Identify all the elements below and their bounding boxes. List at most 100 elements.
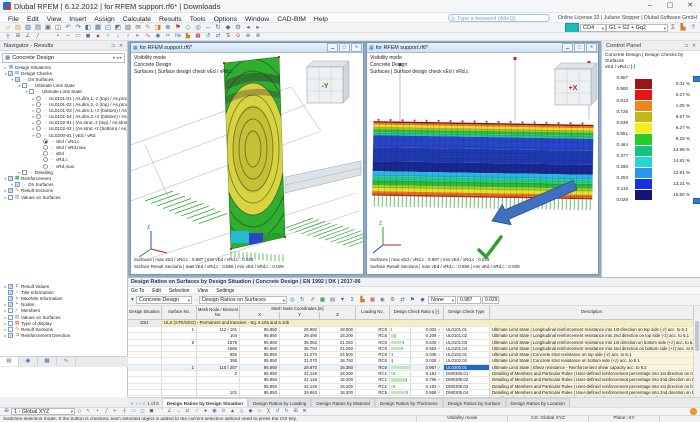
surface-tool-icon[interactable]: ▭: [73, 33, 83, 40]
guideline-icon[interactable]: ╱: [102, 408, 111, 415]
color-icon[interactable]: ▦: [193, 33, 203, 40]
cs-grid-icon[interactable]: ⊞: [2, 408, 11, 415]
menu-help[interactable]: Help: [310, 16, 332, 23]
tree-checkbox[interactable]: ✓: [8, 71, 13, 76]
table-print-icon[interactable]: ▤: [328, 296, 337, 305]
table-search-icon[interactable]: ◎: [288, 296, 297, 305]
tree-checkbox[interactable]: [8, 195, 13, 200]
viewport2-minimize-icon[interactable]: ▁: [562, 43, 573, 52]
copy-icon[interactable]: ▣: [43, 23, 53, 32]
min-value-field[interactable]: 0.029: [482, 296, 499, 304]
hub-icon[interactable]: ⊙: [219, 408, 228, 415]
results-tab-icon[interactable]: ∿: [57, 357, 76, 366]
panel-dock-icon[interactable]: ⊐: [109, 43, 117, 49]
tree-radio[interactable]: [36, 133, 41, 138]
menu-options[interactable]: Options: [210, 16, 241, 23]
snap-node-icon[interactable]: •: [93, 408, 102, 415]
tree-checkbox[interactable]: ✓: [8, 302, 13, 307]
section-icon[interactable]: ∿: [143, 33, 153, 40]
tree-radio[interactable]: [43, 157, 48, 162]
cell-design-check-type[interactable]: UL0101.02: [444, 333, 490, 338]
table-follow-icon[interactable]: ◆: [418, 296, 427, 305]
menu-view[interactable]: View: [43, 16, 66, 23]
layers2-icon[interactable]: ≣: [300, 408, 309, 415]
cell-design-check-type[interactable]: DM0305.03: [444, 384, 490, 389]
table-menu-selection[interactable]: Selection: [169, 288, 190, 294]
tree-radio[interactable]: [36, 108, 41, 113]
panel-close-icon[interactable]: ✕: [117, 43, 125, 49]
col-header-loading-no[interactable]: Loading No.: [356, 306, 390, 319]
circle-icon[interactable]: ○: [192, 408, 201, 415]
iso-view-icon[interactable]: ◆: [223, 23, 233, 32]
load-icon[interactable]: ↓: [113, 33, 123, 40]
cell-design-check-type[interactable]: DM0305.04: [444, 390, 490, 395]
viewport1-close-icon[interactable]: ✕: [351, 43, 362, 52]
undo2-icon[interactable]: ↺: [273, 408, 282, 415]
hinge-icon[interactable]: ○: [103, 33, 113, 40]
redo-icon[interactable]: ↷: [73, 23, 83, 32]
loadcase-prev-icon[interactable]: ◂: [243, 23, 253, 32]
cell-design-check-type[interactable]: UL0102.02: [444, 358, 490, 363]
legend-min-handle[interactable]: [693, 198, 700, 204]
col-header-design-check-ratio[interactable]: Design Check Ratio η [-]: [390, 306, 444, 319]
minimize-button[interactable]: –: [640, 0, 660, 12]
viewport-2[interactable]: ▦ for RFEM support.rf6* ▁ ▢ ✕: [366, 42, 599, 275]
menu-tools[interactable]: Tools: [186, 16, 210, 23]
tree-checkbox[interactable]: [22, 170, 27, 175]
maximize-button[interactable]: ▢: [660, 0, 680, 12]
mail-icon[interactable]: ✉: [133, 23, 143, 32]
data-tab-icon[interactable]: ▤: [0, 357, 19, 366]
print-icon[interactable]: ▤: [33, 23, 43, 32]
close-button[interactable]: ✕: [680, 0, 700, 12]
divide-icon[interactable]: ⊗: [253, 33, 263, 40]
render-mode-icon[interactable]: ◩: [113, 23, 123, 32]
menu-cadbim[interactable]: CAD-BIM: [273, 16, 310, 23]
views-tab-icon[interactable]: ▦: [38, 357, 57, 366]
cell-design-check-type[interactable]: DM0305.01: [444, 371, 490, 376]
navigator-toggle-icon[interactable]: ◧: [83, 23, 93, 32]
save-icon[interactable]: ▥: [23, 23, 33, 32]
angle-snap-icon[interactable]: ∠: [165, 408, 174, 415]
chart-icon[interactable]: ▙: [183, 33, 193, 40]
settings-icon[interactable]: ⚙: [233, 23, 243, 32]
refresh-icon[interactable]: ↺: [203, 33, 213, 40]
ortho2-icon[interactable]: ⊞: [291, 408, 300, 415]
navigation-cube[interactable]: +X: [555, 63, 597, 105]
table-scrollbar[interactable]: [693, 319, 700, 397]
arc-icon[interactable]: ⌒: [43, 33, 53, 40]
combo-arrows-icon[interactable]: ▾ ◂ ▸: [113, 55, 122, 61]
support-icon[interactable]: ▲: [93, 33, 103, 40]
col-header-design-situation[interactable]: Design Situation: [128, 306, 162, 319]
pan-icon[interactable]: ↔: [174, 408, 183, 415]
tree-radio[interactable]: [36, 126, 41, 131]
clip-icon[interactable]: ✂: [163, 33, 173, 40]
col-header-surface-no[interactable]: Surface No.: [162, 306, 197, 319]
edit-pencil-icon[interactable]: ✎: [143, 23, 153, 32]
sync-icon[interactable]: ⇄: [213, 33, 223, 40]
tree-checkbox[interactable]: ✓: [8, 290, 13, 295]
smoothing-combo[interactable]: None: [428, 296, 456, 304]
col-header-z[interactable]: Z: [320, 312, 356, 319]
table-filter-icon[interactable]: ▼: [338, 296, 347, 305]
table-export-icon[interactable]: ⇗: [308, 296, 317, 305]
arc-snap-icon[interactable]: ⌒: [156, 408, 165, 415]
tri-icon[interactable]: ▲: [228, 408, 237, 415]
col-header-y[interactable]: Y: [280, 312, 320, 319]
tree-checkbox[interactable]: ✓: [8, 176, 13, 181]
tree-radio[interactable]: [43, 164, 48, 169]
table-colorscale-icon[interactable]: ▦: [368, 296, 377, 305]
tree-checkbox[interactable]: ✓: [8, 188, 13, 193]
group-row[interactable]: DS1ULS (STR/GEO) - Permanent and transie…: [128, 320, 700, 327]
plane-xz-icon[interactable]: ◼: [147, 408, 156, 415]
move-view-icon[interactable]: ↔: [203, 23, 213, 32]
tree-radio[interactable]: [43, 139, 48, 144]
swap-icon[interactable]: ⇅: [223, 33, 233, 40]
tree-checkbox[interactable]: [22, 83, 27, 88]
keyword-search-input[interactable]: ◎ Type a keyword (Alt+Q): [448, 14, 550, 22]
table-sync-icon[interactable]: ⇄: [398, 296, 407, 305]
dimension-icon[interactable]: ⇤: [133, 33, 143, 40]
pager-nav-icon[interactable]: «: [131, 401, 134, 406]
line-icon[interactable]: ╱: [33, 33, 43, 40]
tables-toggle-icon[interactable]: ▦: [93, 23, 103, 32]
panel-icon[interactable]: ◨: [153, 23, 163, 32]
